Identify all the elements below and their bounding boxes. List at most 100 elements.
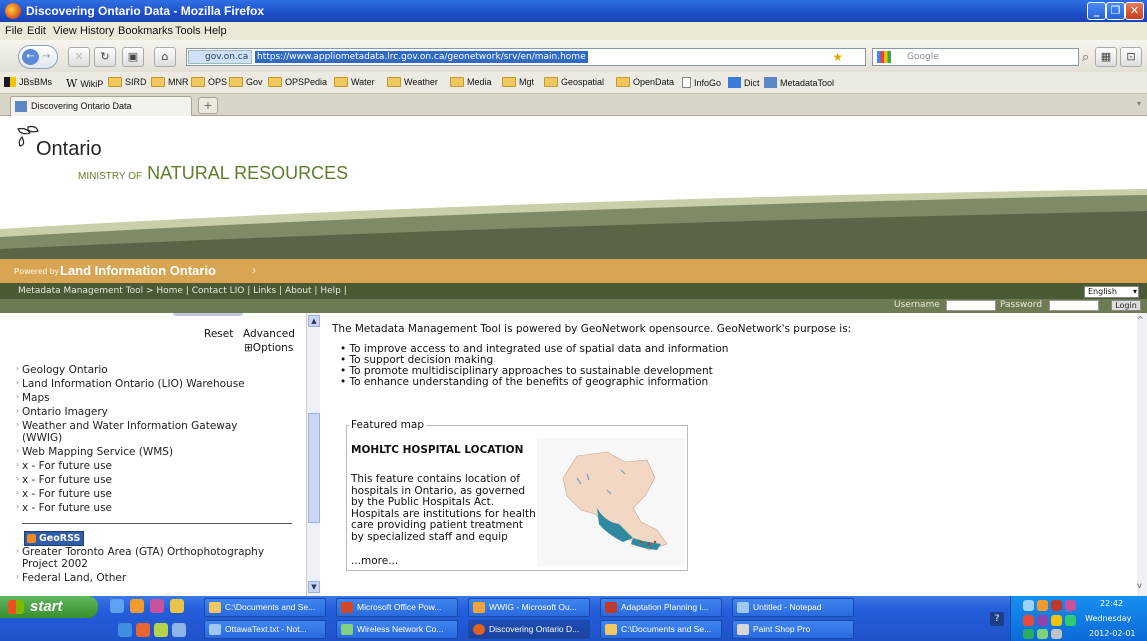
bookmark-wikip[interactable]: W WikiP xyxy=(66,77,103,90)
search-icon[interactable]: ⌕ xyxy=(1082,50,1089,65)
sidebar-item-future-3[interactable]: x - For future use xyxy=(16,487,112,500)
menu-bookmarks[interactable]: Bookmarks xyxy=(118,25,173,37)
bookmark-ops[interactable]: OPS xyxy=(191,77,227,87)
breadcrumb[interactable]: Metadata Management Tool > Home | Contac… xyxy=(0,283,1147,299)
quicklaunch-icon[interactable] xyxy=(136,623,150,637)
tray-icon[interactable] xyxy=(1051,615,1062,626)
back-icon[interactable]: ← xyxy=(22,49,39,65)
tray-icon[interactable] xyxy=(1065,600,1076,611)
bookmark-metadatatool[interactable]: MetadataTool xyxy=(764,77,834,88)
tray-icon[interactable] xyxy=(1065,615,1076,626)
toolbar-icon[interactable]: ▦ xyxy=(1095,47,1117,67)
tray-icon[interactable] xyxy=(1037,615,1048,626)
tab-list-icon[interactable]: ▾ xyxy=(1137,99,1141,108)
login-button[interactable]: Login xyxy=(1111,300,1141,311)
sidebar-item-wwig[interactable]: Weather and Water Information Gateway (W… xyxy=(16,419,272,444)
sidebar-item-future-1[interactable]: x - For future use xyxy=(16,459,112,472)
more-link[interactable]: ...more... xyxy=(351,555,398,567)
scroll-up-icon[interactable]: ^ xyxy=(1137,315,1144,324)
bookmark-weather[interactable]: Weather xyxy=(387,77,438,87)
menu-file[interactable]: File xyxy=(5,25,23,37)
taskbar-item-active[interactable]: Discovering Ontario D... xyxy=(468,620,590,639)
sidebar-item-maps[interactable]: Maps xyxy=(16,391,50,404)
tray-icon[interactable] xyxy=(1037,629,1048,639)
clock-time[interactable]: 22:42 xyxy=(1100,599,1123,608)
tray-icon[interactable] xyxy=(1051,600,1062,611)
username-field[interactable] xyxy=(946,300,996,311)
taskbar-item[interactable]: OttawaText.txt - Not... xyxy=(204,620,326,639)
tray-icon[interactable] xyxy=(1023,615,1034,626)
menu-history[interactable]: History xyxy=(80,25,114,37)
bookmark-geospatial[interactable]: Geospatial xyxy=(544,77,604,87)
bookmark-media[interactable]: Media xyxy=(450,77,492,87)
menu-help[interactable]: Help xyxy=(204,25,227,37)
bookmark-infogo[interactable]: InfoGo xyxy=(682,77,721,88)
new-tab-button[interactable]: + xyxy=(198,97,218,114)
advanced-link[interactable]: Advanced xyxy=(243,328,295,340)
bookmark-opendata[interactable]: OpenData xyxy=(616,77,674,87)
close-button[interactable]: ✕ xyxy=(1125,2,1144,20)
featured-map-title[interactable]: MOHLTC HOSPITAL LOCATION xyxy=(351,444,523,456)
sidebar-item-geology-ontario[interactable]: Geology Ontario xyxy=(16,363,108,376)
georss-badge[interactable]: GeoRSS xyxy=(24,531,85,546)
options-toggle[interactable]: ⊞Options xyxy=(244,342,293,354)
quicklaunch-icon[interactable] xyxy=(150,599,164,613)
taskbar-item[interactable]: Adaptation Planning i... xyxy=(600,598,722,617)
bookmark-gov[interactable]: Gov xyxy=(229,77,263,87)
menu-view[interactable]: View xyxy=(53,25,77,37)
scroll-up-icon[interactable]: ▲ xyxy=(308,315,320,327)
bookmark-sird[interactable]: SIRD xyxy=(108,77,147,87)
site-identity-badge[interactable]: gov.on.ca xyxy=(188,50,253,64)
bookmark-opspedia[interactable]: OPSPedia xyxy=(268,77,327,87)
ontario-map-thumbnail[interactable] xyxy=(537,438,685,566)
star-icon[interactable]: ★ xyxy=(832,50,843,64)
bookmark-water[interactable]: Water xyxy=(334,77,375,87)
sidebar-item-future-4[interactable]: x - For future use xyxy=(16,501,112,514)
bookmark-mgt[interactable]: Mgt xyxy=(502,77,534,87)
search-button-edge[interactable] xyxy=(173,313,243,316)
language-select[interactable]: English ▾ xyxy=(1084,286,1139,298)
home-icon[interactable]: ⌂ xyxy=(154,47,176,67)
taskbar-item[interactable]: Paint Shop Pro xyxy=(732,620,854,639)
tray-icon[interactable] xyxy=(1051,629,1062,639)
taskbar-item[interactable]: Microsoft Office Pow... xyxy=(336,598,458,617)
tray-icon[interactable] xyxy=(1023,629,1034,639)
sidebar-item-ontario-imagery[interactable]: Ontario Imagery xyxy=(16,405,108,418)
password-field[interactable] xyxy=(1049,300,1099,311)
page-scrollbar[interactable]: ^ v xyxy=(1137,313,1147,596)
forward-icon[interactable]: → xyxy=(42,51,50,62)
stop-icon[interactable]: ✕ xyxy=(68,47,90,67)
rss-item-federal-land[interactable]: Federal Land, Other xyxy=(16,571,126,584)
taskbar-item[interactable]: Untitled - Notepad xyxy=(732,598,854,617)
tab-discovering-ontario-data[interactable]: Discovering Ontario Data xyxy=(10,96,192,116)
taskbar-item[interactable]: Wireless Network Co... xyxy=(336,620,458,639)
addon-icon[interactable]: ⊡ xyxy=(1120,47,1142,67)
tray-icon[interactable] xyxy=(1037,600,1048,611)
quicklaunch-icon[interactable] xyxy=(170,599,184,613)
quicklaunch-icon[interactable] xyxy=(154,623,168,637)
search-input[interactable]: Google xyxy=(872,48,1079,66)
maximize-button[interactable]: ❐ xyxy=(1106,2,1125,20)
scroll-down-icon[interactable]: ▼ xyxy=(308,581,320,593)
reload-icon[interactable]: ↻ xyxy=(94,47,116,67)
sidebar-item-future-2[interactable]: x - For future use xyxy=(16,473,112,486)
help-icon[interactable]: ? xyxy=(990,612,1004,626)
scroll-down-icon[interactable]: v xyxy=(1137,581,1142,590)
quicklaunch-icon[interactable] xyxy=(130,599,144,613)
taskbar-item[interactable]: C:\Documents and Se... xyxy=(600,620,722,639)
menu-edit[interactable]: Edit xyxy=(27,25,46,37)
quicklaunch-icon[interactable] xyxy=(110,599,124,613)
sidebar-item-lio-warehouse[interactable]: Land Information Ontario (LIO) Warehouse xyxy=(16,377,245,390)
scrollbar-thumb[interactable] xyxy=(308,413,320,523)
minimize-button[interactable]: _ xyxy=(1087,2,1106,20)
bookmark-jbsbms[interactable]: JBsBMs xyxy=(4,77,52,87)
tray-icon[interactable] xyxy=(1023,600,1034,611)
taskbar-item[interactable]: WWIG - Microsoft Ou... xyxy=(468,598,590,617)
address-bar[interactable]: gov.on.ca https://www.appliometadata.lrc… xyxy=(186,48,866,66)
rss-item-gta-ortho[interactable]: Greater Toronto Area (GTA) Orthophotogra… xyxy=(16,545,282,570)
quicklaunch-icon[interactable] xyxy=(172,623,186,637)
quicklaunch-icon[interactable] xyxy=(118,623,132,637)
reset-link[interactable]: Reset xyxy=(204,328,233,340)
sidebar-item-wms[interactable]: Web Mapping Service (WMS) xyxy=(16,445,173,458)
menu-tools[interactable]: Tools xyxy=(175,25,201,37)
